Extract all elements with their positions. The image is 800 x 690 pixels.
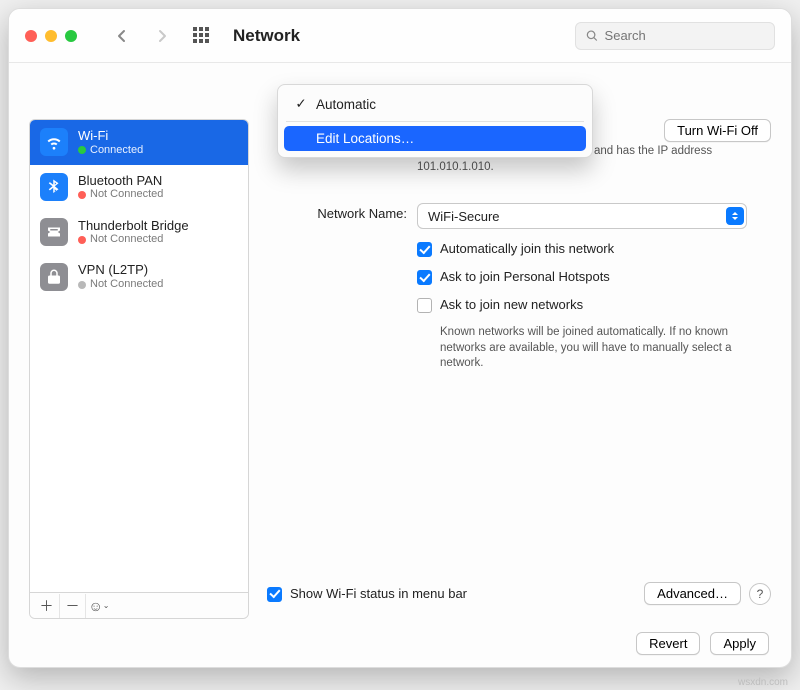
- sidebar-item-vpn[interactable]: VPN (L2TP) Not Connected: [30, 254, 248, 299]
- interface-name: Thunderbolt Bridge: [78, 218, 189, 234]
- watermark: wsxdn.com: [738, 677, 788, 688]
- ask-new-networks-caption: Known networks will be joined automatica…: [440, 325, 750, 372]
- window-title: Network: [233, 26, 300, 46]
- show-all-icon[interactable]: [193, 27, 211, 45]
- forward-button[interactable]: [147, 21, 177, 51]
- thunderbolt-icon: [40, 218, 68, 246]
- search-input[interactable]: [605, 28, 764, 43]
- search-icon: [586, 29, 599, 43]
- menu-separator: [286, 121, 584, 122]
- status-dot: [78, 191, 86, 199]
- wifi-icon: [40, 128, 68, 156]
- footer: Revert Apply: [9, 619, 791, 667]
- sidebar-item-bluetooth-pan[interactable]: Bluetooth PAN Not Connected: [30, 165, 248, 210]
- back-button[interactable]: [107, 21, 137, 51]
- interface-name: Wi-Fi: [78, 128, 143, 144]
- show-menubar-label: Show Wi-Fi status in menu bar: [290, 586, 467, 601]
- close-window-button[interactable]: [25, 30, 37, 42]
- auto-join-checkbox[interactable]: [417, 242, 432, 257]
- interface-options-button[interactable]: ☺︎⌄: [86, 594, 112, 618]
- interface-name: VPN (L2TP): [78, 262, 163, 278]
- minimize-window-button[interactable]: [45, 30, 57, 42]
- checkmark-icon: ✓: [294, 96, 308, 112]
- turn-wifi-off-button[interactable]: Turn Wi-Fi Off: [664, 119, 771, 142]
- sidebar-item-thunderbolt-bridge[interactable]: Thunderbolt Bridge Not Connected: [30, 210, 248, 255]
- sidebar-item-wifi[interactable]: Wi-Fi Connected: [30, 120, 248, 165]
- sidebar: Wi-Fi Connected Bluetooth PAN Not Connec…: [29, 119, 249, 619]
- zoom-window-button[interactable]: [65, 30, 77, 42]
- interface-name: Bluetooth PAN: [78, 173, 163, 189]
- network-name-value: WiFi-Secure: [428, 209, 500, 224]
- revert-button[interactable]: Revert: [636, 632, 700, 655]
- ask-new-networks-checkbox[interactable]: [417, 298, 432, 313]
- advanced-button[interactable]: Advanced…: [644, 582, 741, 605]
- window-controls: [25, 30, 77, 42]
- interface-list: Wi-Fi Connected Bluetooth PAN Not Connec…: [30, 120, 248, 592]
- toolbar: Network: [9, 9, 791, 63]
- main-panel: Location: Status: Connected Turn Wi-Fi O…: [267, 79, 771, 619]
- network-name-select[interactable]: WiFi-Secure: [417, 203, 747, 229]
- status-dot: [78, 281, 86, 289]
- help-button[interactable]: ?: [749, 583, 771, 605]
- lock-icon: [40, 263, 68, 291]
- auto-join-label: Automatically join this network: [440, 241, 614, 256]
- ask-new-networks-label: Ask to join new networks: [440, 297, 583, 313]
- bluetooth-icon: [40, 173, 68, 201]
- ask-hotspots-label: Ask to join Personal Hotspots: [440, 269, 610, 284]
- remove-interface-button[interactable]: －: [60, 594, 86, 618]
- preferences-window: Network Wi-Fi Connected: [8, 8, 792, 668]
- network-name-label: Network Name:: [267, 203, 407, 221]
- search-field[interactable]: [575, 22, 775, 50]
- add-interface-button[interactable]: ＋: [34, 594, 60, 618]
- sidebar-controls: ＋ － ☺︎⌄: [30, 592, 248, 618]
- show-menubar-checkbox[interactable]: [267, 587, 282, 602]
- apply-button[interactable]: Apply: [710, 632, 769, 655]
- chevron-updown-icon: [726, 207, 744, 225]
- status-dot: [78, 146, 86, 154]
- location-menu-item-edit[interactable]: Edit Locations…: [284, 126, 586, 151]
- status-dot: [78, 236, 86, 244]
- ask-hotspots-checkbox[interactable]: [417, 270, 432, 285]
- location-menu-item-automatic[interactable]: ✓ Automatic: [284, 91, 586, 117]
- location-menu: ✓ Automatic Edit Locations…: [277, 84, 593, 158]
